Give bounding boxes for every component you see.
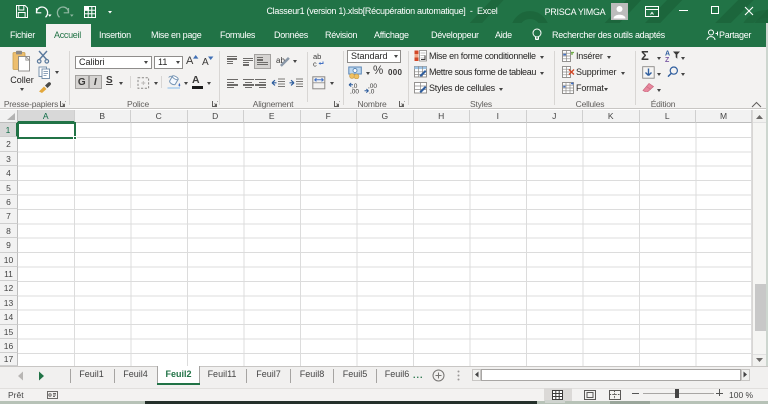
- svg-text:,0: ,0: [369, 89, 375, 95]
- svg-text:,00: ,00: [350, 89, 359, 95]
- svg-text:Z: Z: [665, 57, 670, 62]
- svg-text:c: c: [313, 60, 317, 68]
